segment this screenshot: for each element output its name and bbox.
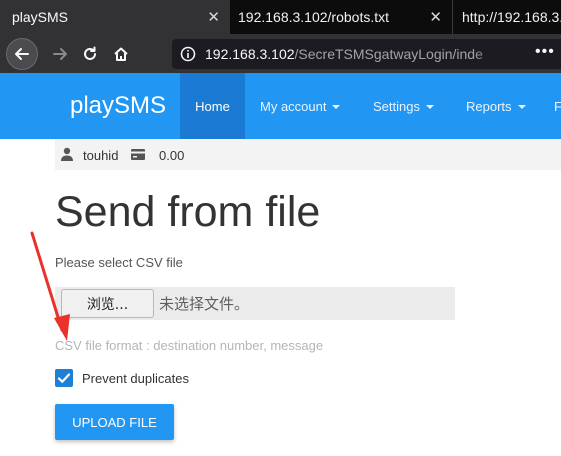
more-icon[interactable]: ••• (535, 43, 555, 61)
arrow-left-icon (15, 48, 29, 60)
menu-my-account[interactable]: My account (260, 73, 341, 139)
username: touhid (83, 148, 119, 163)
menu-settings[interactable]: Settings (373, 73, 434, 139)
credit-card-icon (131, 149, 145, 160)
menu-reports[interactable]: Reports (466, 73, 526, 139)
back-button[interactable] (6, 38, 38, 70)
caret-down-icon (332, 105, 341, 109)
url-bar[interactable]: 192.168.3.102/SecreTSMSgatwayLogin/inde … (172, 39, 561, 69)
url-host: 192.168.3.102 (205, 46, 295, 62)
tab-title: 192.168.3.102/robots.txt (238, 9, 389, 25)
home-button[interactable] (105, 38, 137, 70)
page-title: Send from file (55, 188, 321, 236)
url-text[interactable]: 192.168.3.102/SecreTSMSgatwayLogin/inde (205, 46, 505, 62)
file-input[interactable]: 浏览... 未选择文件。 (55, 287, 455, 320)
forward-button[interactable] (44, 38, 76, 70)
site-brand[interactable]: playSMS (70, 92, 166, 120)
menu-my-account-label: My account (260, 98, 327, 114)
menu-reports-label: Reports (466, 98, 512, 114)
tab-third[interactable]: http://192.168.3. (452, 0, 561, 34)
tab-title: http://192.168.3. (462, 9, 561, 25)
menu-home[interactable]: Home (180, 73, 245, 139)
file-status-text: 未选择文件。 (159, 295, 250, 313)
select-csv-label: Please select CSV file (55, 255, 183, 270)
checkmark-icon (57, 373, 71, 383)
tab-robots-txt[interactable]: 192.168.3.102/robots.txt ✕ (230, 0, 452, 34)
credit-balance: 0.00 (159, 148, 185, 163)
tab-playsms[interactable]: playSMS ✕ (0, 0, 230, 34)
prevent-duplicates-checkbox[interactable] (55, 369, 73, 387)
close-icon[interactable]: ✕ (429, 8, 442, 26)
url-fade (472, 39, 512, 69)
arrow-right-icon (53, 48, 67, 60)
url-path: /SecreTSMSgatwayLogin/inde (294, 46, 483, 62)
menu-home-label: Home (195, 98, 230, 114)
user-status-bar: touhid 0.00 (55, 139, 561, 170)
user-icon (61, 147, 73, 161)
reload-icon (84, 46, 96, 60)
caret-down-icon (425, 105, 434, 109)
menu-partial-label: F (554, 98, 561, 114)
tab-title: playSMS (12, 9, 69, 25)
menu-partial[interactable]: F (554, 73, 561, 139)
menu-settings-label: Settings (373, 98, 420, 114)
info-icon[interactable] (180, 46, 196, 62)
home-icon (114, 47, 128, 61)
close-icon[interactable]: ✕ (207, 8, 220, 26)
upload-file-button[interactable]: UPLOAD FILE (55, 404, 174, 440)
site-header: playSMS Home My account Settings Reports… (0, 73, 561, 139)
prevent-duplicates-label[interactable]: Prevent duplicates (82, 371, 189, 386)
reload-button[interactable] (74, 38, 106, 70)
browse-button[interactable]: 浏览... (61, 289, 154, 318)
browser-tab-bar: playSMS ✕ 192.168.3.102/robots.txt ✕ htt… (0, 0, 561, 34)
caret-down-icon (517, 105, 526, 109)
browser-nav-bar: 192.168.3.102/SecreTSMSgatwayLogin/inde … (0, 34, 561, 73)
csv-format-hint: CSV file format : destination number, me… (55, 338, 324, 353)
